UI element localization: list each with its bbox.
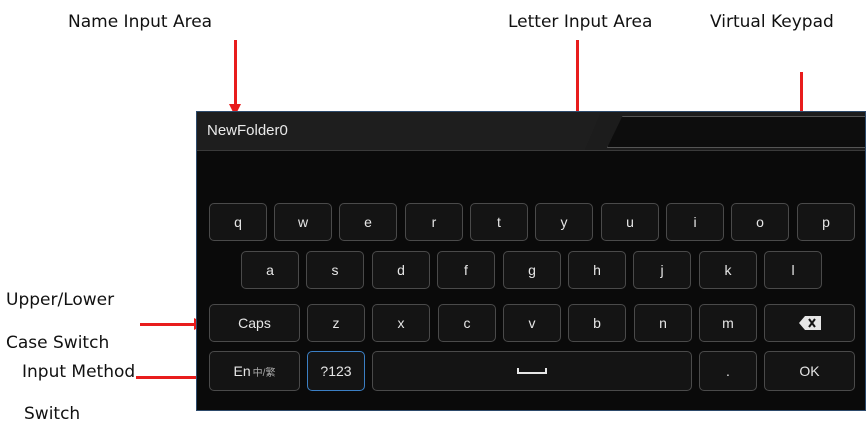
key-g[interactable]: g [503, 251, 561, 289]
input-method-main-label: En [233, 363, 251, 379]
dot-key[interactable]: . [699, 351, 757, 391]
annotation-letter-input: Letter Input Area [508, 12, 653, 32]
arrow-case-switch [140, 323, 196, 326]
key-y[interactable]: y [535, 203, 593, 241]
annotation-keypad: Virtual Keypad [710, 12, 834, 32]
key-a[interactable]: a [241, 251, 299, 289]
arrow-name-input [234, 40, 237, 106]
annotation-method-switch-line1: Input Method [22, 362, 136, 382]
key-k[interactable]: k [699, 251, 757, 289]
key-w[interactable]: w [274, 203, 332, 241]
key-d[interactable]: d [372, 251, 430, 289]
key-p[interactable]: p [797, 203, 855, 241]
key-o[interactable]: o [731, 203, 789, 241]
key-j[interactable]: j [633, 251, 691, 289]
ok-key[interactable]: OK [764, 351, 855, 391]
key-m[interactable]: m [699, 304, 757, 342]
letter-input-field[interactable] [607, 116, 865, 148]
annotation-name-input: Name Input Area [68, 12, 213, 32]
space-key[interactable] [372, 351, 692, 391]
key-s[interactable]: s [306, 251, 364, 289]
input-method-key[interactable]: En 中/繁 [209, 351, 300, 391]
key-v[interactable]: v [503, 304, 561, 342]
annotation-method-switch-line2: Switch [24, 404, 81, 424]
key-t[interactable]: t [470, 203, 528, 241]
key-f[interactable]: f [437, 251, 495, 289]
key-h[interactable]: h [568, 251, 626, 289]
key-c[interactable]: c [438, 304, 496, 342]
key-l[interactable]: l [764, 251, 822, 289]
backspace-key[interactable] [764, 304, 855, 342]
name-input-field[interactable]: NewFolder0 [197, 112, 601, 150]
annotation-case-switch-line1: Upper/Lower [6, 290, 115, 310]
key-n[interactable]: n [634, 304, 692, 342]
space-icon [517, 368, 547, 374]
virtual-keyboard-panel: NewFolder0 q w e r t y u i o p a s d f g… [196, 111, 866, 411]
key-x[interactable]: x [372, 304, 430, 342]
input-method-sub-label: 中/繁 [252, 367, 276, 379]
key-q[interactable]: q [209, 203, 267, 241]
annotation-case-switch-line2: Case Switch [6, 333, 110, 353]
key-r[interactable]: r [405, 203, 463, 241]
arrow-letter-input [576, 40, 579, 116]
symbols-key[interactable]: ?123 [307, 351, 365, 391]
key-u[interactable]: u [601, 203, 659, 241]
key-b[interactable]: b [568, 304, 626, 342]
key-e[interactable]: e [339, 203, 397, 241]
backspace-icon [798, 316, 821, 330]
key-i[interactable]: i [666, 203, 724, 241]
caps-key[interactable]: Caps [209, 304, 300, 342]
input-bar: NewFolder0 [197, 112, 865, 151]
key-z[interactable]: z [307, 304, 365, 342]
